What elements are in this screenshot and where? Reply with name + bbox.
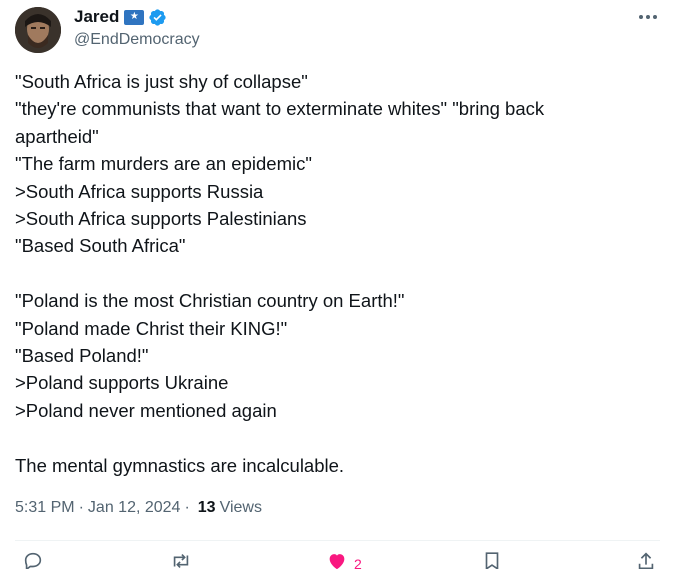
tweet-line: "The farm murders are an epidemic" <box>15 153 312 175</box>
like-count: 2 <box>354 556 362 569</box>
tweet-line: "Based Poland!" <box>15 345 149 367</box>
display-name[interactable]: Jared <box>74 7 119 27</box>
views-label: Views <box>219 499 262 516</box>
share-icon <box>638 552 654 569</box>
tweet-date[interactable]: Jan 12, 2024 <box>88 499 181 517</box>
tweet-meta: 5:31 PM · Jan 12, 2024 · 13 Views <box>15 499 262 517</box>
tweet-line: "Based South Africa" <box>15 235 186 257</box>
like-button[interactable]: 2 <box>326 550 362 569</box>
tweet: Jared ★ @EndDemocracy "South Africa is j… <box>0 0 674 569</box>
reply-button[interactable] <box>22 550 44 569</box>
handle[interactable]: @EndDemocracy <box>74 31 200 49</box>
tweet-line <box>15 260 655 287</box>
tweet-line: The mental gymnastics are incalculable. <box>15 454 345 476</box>
tweet-line: "they're communists that want to extermi… <box>15 98 545 120</box>
more-dots-icon <box>639 15 657 19</box>
heart-icon <box>329 554 345 569</box>
more-options-button[interactable] <box>636 6 660 28</box>
tweet-line: "Poland made Christ their KING!" <box>15 317 288 339</box>
tweet-time[interactable]: 5:31 PM <box>15 499 75 517</box>
bookmark-icon <box>485 552 499 569</box>
tweet-line: "South Africa is just shy of collapse" <box>15 71 308 92</box>
name-row: Jared ★ <box>74 6 167 28</box>
tweet-line: apartheid" <box>15 125 99 147</box>
tweet-line: >Poland supports Ukraine <box>15 372 229 394</box>
flag-icon: ★ <box>124 9 145 25</box>
tweet-line: >Poland never mentioned again <box>15 399 277 421</box>
tweet-text: "South Africa is just shy of collapse" "… <box>15 68 655 479</box>
repost-button[interactable] <box>170 550 192 569</box>
bookmark-button[interactable] <box>481 550 503 569</box>
meta-separator: · <box>78 499 84 516</box>
tweet-line: "Poland is the most Christian country on… <box>15 290 405 312</box>
divider <box>15 540 660 541</box>
verified-badge-icon <box>149 8 166 26</box>
views-count: 13 <box>197 499 216 516</box>
repost-icon <box>173 553 189 569</box>
tweet-line: >South Africa supports Russia <box>15 180 264 202</box>
action-bar: 2 <box>15 550 660 569</box>
reply-icon <box>24 552 42 569</box>
meta-separator: · <box>184 499 190 516</box>
tweet-line <box>15 424 655 451</box>
tweet-line: >South Africa supports Palestinians <box>15 208 307 230</box>
share-button[interactable] <box>635 550 657 569</box>
avatar[interactable] <box>15 7 61 53</box>
